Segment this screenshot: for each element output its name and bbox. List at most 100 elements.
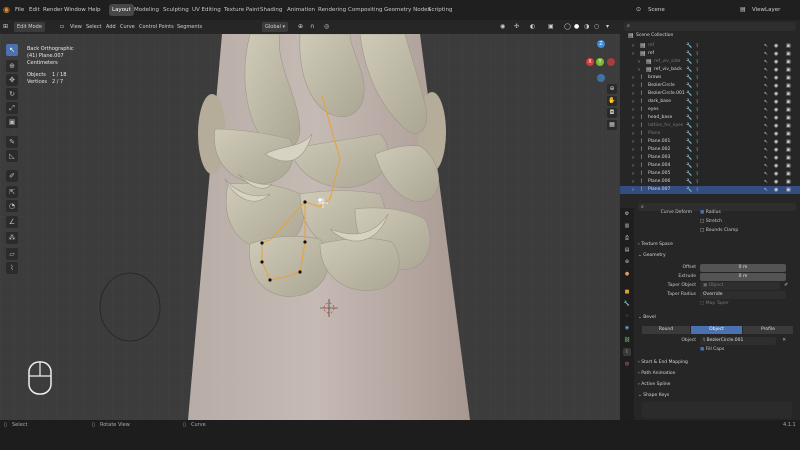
start-end-mapping-section[interactable]: › Start & End Mapping [638,358,798,367]
selectable-toggle-icon[interactable]: ↖ [764,90,768,98]
visibility-toggle-icon[interactable]: ◉ [774,90,778,98]
visibility-toggle-icon[interactable]: ◉ [774,106,778,114]
scene-selector[interactable]: Scene [648,0,665,20]
header-menu-segments[interactable]: Segments [177,22,202,32]
render-toggle-icon[interactable]: ▣ [786,114,791,122]
expand-chevron-icon[interactable]: › [632,186,634,194]
workspace-tab-scripting[interactable]: Scripting [425,4,455,16]
curve-data-tab-icon[interactable]: ⌇ [623,348,631,356]
control-point[interactable] [303,240,307,244]
expand-chevron-icon[interactable]: › [632,90,634,98]
transform-orientation-selector[interactable]: Global ▾ [262,22,289,32]
expand-chevron-icon[interactable]: › [632,138,634,146]
visibility-toggle-icon[interactable]: ◉ [774,122,778,130]
render-toggle-icon[interactable]: ▣ [786,58,791,66]
selectable-toggle-icon[interactable]: ↖ [764,130,768,138]
material-tab-icon[interactable]: ◍ [623,360,631,368]
gizmo-z-axis[interactable]: Z [597,40,605,48]
physics-tab-icon[interactable]: ◉ [623,324,631,332]
header-menu-curve[interactable]: Curve [120,22,135,32]
workspace-tab-uv-editing[interactable]: UV Editing [189,4,224,16]
outliner-row[interactable]: › ⌇ head_base 🔧 ⌇ ↖ ◉ ▣ [620,114,800,122]
texture-space-section[interactable]: › Texture Space [638,240,798,249]
workspace-tab-compositing[interactable]: Compositing [345,4,385,16]
render-toggle-icon[interactable]: ▣ [786,154,791,162]
scale-tool-icon[interactable]: ⤢ [6,102,18,114]
select-box-tool-icon[interactable]: ↖ [6,44,18,56]
gizmo-neg-x-axis[interactable] [607,58,615,66]
workspace-tab-modeling[interactable]: Modeling [131,4,162,16]
eyedropper-icon[interactable]: ✐ [780,282,788,290]
expand-chevron-icon[interactable]: › [632,74,634,82]
particles-tab-icon[interactable]: ⁘ [623,312,631,320]
bevel-mode-profile[interactable]: Profile [743,326,793,334]
header-menu-control-points[interactable]: Control Points [139,22,174,32]
header-menu-view[interactable]: View [70,22,82,32]
visibility-icon[interactable]: ◉ [500,22,505,32]
visibility-toggle-icon[interactable]: ◉ [774,130,778,138]
outliner-row[interactable]: › ⌇ BezierCircle 🔧 ⌇ ↖ ◉ ▣ [620,82,800,90]
move-tool-icon[interactable]: ✥ [6,74,18,86]
outliner-row[interactable]: › ⌇ Plane 🔧 ⌇ ↖ ◉ ▣ [620,130,800,138]
render-toggle-icon[interactable]: ▣ [786,98,791,106]
workspace-tab-rendering[interactable]: Rendering [315,4,349,16]
extrude-field[interactable]: 0 m [700,273,786,281]
expand-chevron-icon[interactable]: › [632,146,634,154]
map-taper-checkbox[interactable]: □ Map Taper [700,300,729,308]
cursor-tool-icon[interactable]: ⊕ [6,60,18,72]
control-point[interactable] [260,260,264,264]
xray-icon[interactable]: ▣ [548,22,554,32]
transform-tool-icon[interactable]: ▣ [6,116,18,128]
render-toggle-icon[interactable]: ▣ [786,42,791,50]
render-toggle-icon[interactable]: ▣ [786,122,791,130]
expand-chevron-icon[interactable]: › [632,114,634,122]
gizmo-neg-z-axis[interactable] [597,74,605,82]
expand-chevron-icon[interactable]: › [638,58,640,66]
menu-file[interactable]: File [15,0,24,20]
outliner-row[interactable]: › ▤ ref 🔧 ⌇ ↖ ◉ ▣ [620,50,800,58]
render-toggle-icon[interactable]: ▣ [786,170,791,178]
extrude-tool-icon[interactable]: ⇱ [6,186,18,198]
selectable-toggle-icon[interactable]: ↖ [764,74,768,82]
clear-field-icon[interactable]: ✕ [778,337,786,345]
selectable-toggle-icon[interactable]: ↖ [764,106,768,114]
render-toggle-icon[interactable]: ▣ [786,162,791,170]
render-toggle-icon[interactable]: ▣ [786,50,791,58]
expand-chevron-icon[interactable]: › [632,154,634,162]
visibility-toggle-icon[interactable]: ◉ [774,154,778,162]
outliner-row[interactable]: › ⌇ Plane.007 🔧 ⌇ ↖ ◉ ▣ [620,186,800,194]
expand-chevron-icon[interactable]: › [632,130,634,138]
visibility-toggle-icon[interactable]: ◉ [774,58,778,66]
mode-selector[interactable]: Edit Mode [14,22,45,32]
selectable-toggle-icon[interactable]: ↖ [764,178,768,186]
outliner-row[interactable]: › ⌇ Plane.003 🔧 ⌇ ↖ ◉ ▣ [620,154,800,162]
smooth-tool-icon[interactable]: ⌇ [6,262,18,274]
blender-logo-icon[interactable]: ◉ [3,0,10,20]
selectable-toggle-icon[interactable]: ↖ [764,82,768,90]
render-toggle-icon[interactable]: ▣ [786,82,791,90]
selectable-toggle-icon[interactable]: ↖ [764,114,768,122]
expand-chevron-icon[interactable]: › [632,50,634,58]
control-point[interactable] [260,241,264,245]
visibility-toggle-icon[interactable]: ◉ [774,178,778,186]
path-animation-section[interactable]: › Path Animation [638,369,798,378]
gizmo-y-axis[interactable]: Y [596,58,604,66]
outliner-row[interactable]: › ⌇ Plane.004 🔧 ⌇ ↖ ◉ ▣ [620,162,800,170]
view-layer-tab-icon[interactable]: ▤ [623,246,631,254]
expand-chevron-icon[interactable]: › [632,170,634,178]
outliner-row[interactable]: › ⌇ lattice_for_eyes 🔧 ⌇ ↖ ◉ ▣ [620,122,800,130]
world-tab-icon[interactable]: ● [623,270,631,278]
pivot-icon[interactable]: ⊕ [298,22,303,32]
solid-shading-icon[interactable]: ● [574,22,579,32]
radius-tool-icon[interactable]: ◔ [6,200,18,212]
visibility-toggle-icon[interactable]: ◉ [774,66,778,74]
shape-keys-section[interactable]: ⌄ Shape Keys [638,391,798,400]
material-shading-icon[interactable]: ◑ [584,22,589,32]
render-toggle-icon[interactable]: ▣ [786,146,791,154]
expand-chevron-icon[interactable]: › [632,42,634,50]
render-toggle-icon[interactable]: ▣ [786,66,791,74]
editor-type-icon[interactable]: ⊞ [3,22,8,32]
output-tab-icon[interactable]: ⎙ [623,234,631,242]
bounds-clamp-checkbox[interactable]: □ Bounds Clamp [700,227,738,235]
snap-icon[interactable]: ∩ [310,22,314,32]
